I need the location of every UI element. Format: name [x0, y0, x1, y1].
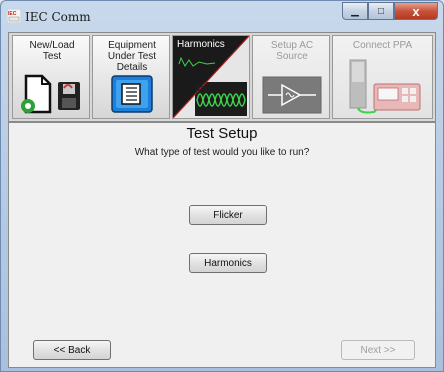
close-icon: x	[412, 3, 420, 19]
title-bar[interactable]: IEC IEC Comm ▁ □ x	[1, 1, 443, 33]
flicker-button[interactable]: Flicker	[189, 205, 267, 225]
tool-setup-ac-source-label: Setup AC Source	[270, 40, 314, 62]
test-setup-panel: Test Setup What type of test would you l…	[8, 122, 436, 368]
new-file-icon	[21, 74, 80, 114]
app-icon: IEC	[7, 9, 21, 23]
ac-source-icon	[262, 76, 322, 114]
maximize-icon: □	[377, 5, 385, 17]
tool-new-load-test-label: New/Load Test	[29, 40, 75, 62]
window-controls: ▁ □ x	[342, 2, 438, 22]
tool-new-load-test[interactable]: New/Load Test	[12, 35, 90, 119]
next-button[interactable]: Next >>	[341, 340, 415, 360]
tool-harmonics-iec-label: IEC	[195, 85, 211, 95]
minimize-button[interactable]: ▁	[342, 2, 368, 20]
harmonics-button[interactable]: Harmonics	[189, 253, 267, 273]
tool-harmonics-label: Harmonics	[177, 39, 225, 50]
window-title: IEC Comm	[25, 10, 91, 24]
tool-equipment-under-test[interactable]: Equipment Under Test Details	[92, 35, 170, 119]
tool-equipment-under-test-label: Equipment Under Test Details	[107, 40, 157, 73]
minimize-icon: ▁	[351, 5, 359, 17]
close-button[interactable]: x	[394, 2, 438, 20]
tool-connect-ppa[interactable]: Connect PPA	[332, 35, 433, 119]
app-window: IEC IEC Comm ▁ □ x New/Load Test Equipme…	[0, 0, 444, 372]
back-button[interactable]: << Back	[33, 340, 111, 360]
tool-harmonics[interactable]: Harmonics IEC	[172, 35, 250, 119]
wizard-toolbar: New/Load Test Equipment Under Test Detai…	[8, 32, 436, 122]
tool-connect-ppa-label: Connect PPA	[352, 40, 413, 51]
tool-setup-ac-source[interactable]: Setup AC Source	[252, 35, 330, 119]
svg-text:IEC: IEC	[8, 11, 17, 17]
page-title: Test Setup	[186, 125, 258, 142]
maximize-button[interactable]: □	[368, 2, 394, 20]
document-icon	[111, 75, 153, 113]
page-prompt: What type of test would you like to run?	[134, 147, 310, 158]
ppa-device-icon	[349, 59, 421, 114]
